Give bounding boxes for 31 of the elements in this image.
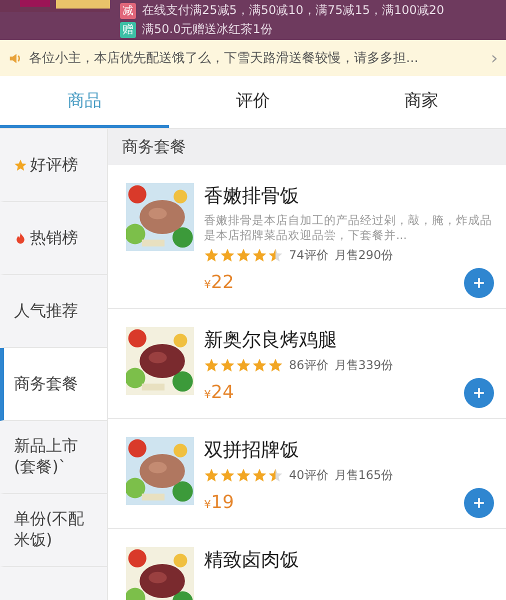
product-name: 精致卤肉饭 xyxy=(204,548,300,573)
product-name: 双拼招牌饭 xyxy=(204,438,300,463)
section-title: 商务套餐 xyxy=(108,129,506,165)
promo-badge: 减 xyxy=(120,2,136,18)
notice-bar[interactable]: 各位小主，本店优先配送饿了么，下雪天路滑送餐较慢，请多多担... › xyxy=(0,40,506,76)
plus-icon xyxy=(472,276,486,290)
promo-badge: 赠 xyxy=(120,22,136,38)
notice-text: 各位小主，本店优先配送饿了么，下雪天路滑送餐较慢，请多多担... xyxy=(29,50,420,67)
review-count: 40评价 xyxy=(289,466,328,484)
monthly-sales: 月售339份 xyxy=(334,356,394,374)
promo-text: 在线支付满25减5，满50减10，满75减15，满100减20 xyxy=(142,2,444,19)
add-button[interactable] xyxy=(464,488,494,518)
plus-icon xyxy=(472,386,486,400)
add-button[interactable] xyxy=(464,378,494,408)
flame-icon xyxy=(14,232,27,244)
category-item[interactable]: 商务套餐 xyxy=(0,348,107,421)
review-count: 86评价 xyxy=(289,356,328,374)
price: ¥22 xyxy=(204,272,234,294)
chevron-icon: › xyxy=(490,48,498,68)
product-description: 香嫩排骨是本店自加工的产品经过剁，敲，腌，炸成品是本店招牌菜品欢迎品尝，下套餐并... xyxy=(204,213,493,243)
plus-icon xyxy=(472,496,486,510)
monthly-sales: 月售290份 xyxy=(334,246,394,264)
promo-text: 满50.0元赠送冰红茶1份 xyxy=(142,21,272,38)
add-button[interactable] xyxy=(464,268,494,298)
monthly-sales: 月售165份 xyxy=(334,466,394,484)
star-icon xyxy=(14,158,27,172)
review-count: 74评价 xyxy=(289,246,328,264)
product-name: 新奥尔良烤鸡腿 xyxy=(204,328,338,353)
price: ¥24 xyxy=(204,382,234,404)
price: ¥19 xyxy=(204,492,234,514)
product-name: 香嫩排骨饭 xyxy=(204,184,300,209)
